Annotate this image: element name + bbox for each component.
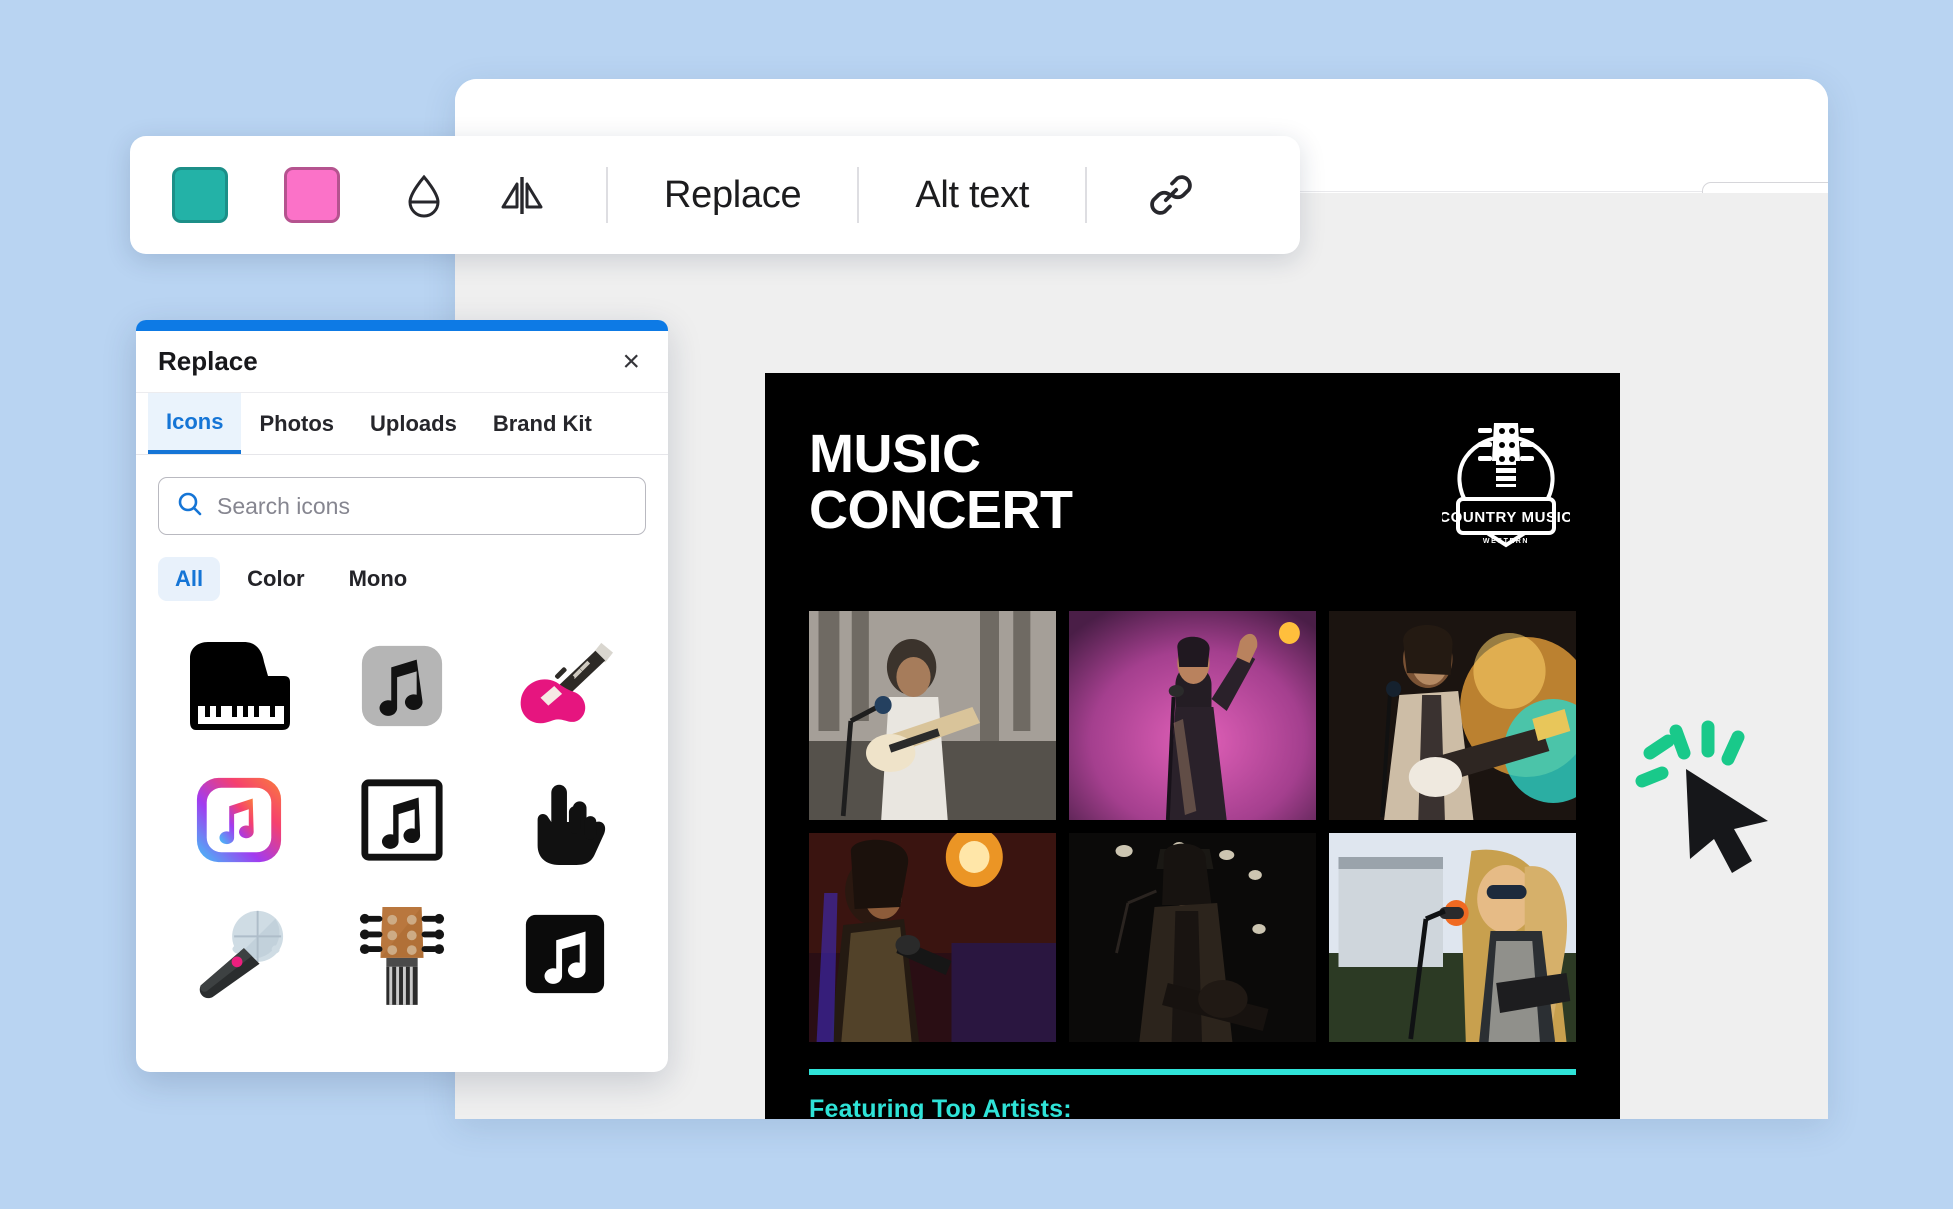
alt-text-button[interactable]: Alt text bbox=[915, 174, 1029, 217]
replace-panel: Replace × Icons Photos Uploads Brand Kit… bbox=[136, 320, 668, 1072]
close-icon[interactable]: × bbox=[616, 343, 646, 381]
rock-on-hand-icon[interactable] bbox=[494, 761, 636, 879]
poster-photo[interactable] bbox=[1329, 833, 1576, 1042]
panel-accent-bar bbox=[136, 320, 668, 331]
logo-secondary-text: WESTERN bbox=[1483, 538, 1529, 545]
search-input[interactable]: Search icons bbox=[158, 477, 646, 535]
logo-primary-text: COUNTRY MUSIC bbox=[1442, 509, 1570, 526]
tab-icons[interactable]: Icons bbox=[148, 393, 242, 454]
filter-chip-all[interactable]: All bbox=[158, 557, 221, 601]
poster-divider bbox=[809, 1069, 1576, 1075]
droplet-icon[interactable] bbox=[396, 167, 452, 223]
country-music-logo: COUNTRY MUSIC WESTERN bbox=[1439, 413, 1572, 551]
toolbar-divider bbox=[606, 167, 608, 223]
panel-title: Replace bbox=[158, 346, 258, 376]
poster-photo[interactable] bbox=[809, 833, 1056, 1042]
tab-uploads[interactable]: Uploads bbox=[352, 393, 475, 454]
filter-chip-color[interactable]: Color bbox=[230, 557, 321, 601]
link-icon[interactable] bbox=[1143, 167, 1199, 223]
tab-brand-kit[interactable]: Brand Kit bbox=[475, 393, 610, 454]
apple-music-app-icon[interactable] bbox=[168, 761, 310, 879]
search-placeholder: Search icons bbox=[217, 492, 350, 519]
tab-photos[interactable]: Photos bbox=[241, 393, 352, 454]
music-note-badge-gray-icon[interactable] bbox=[331, 627, 473, 745]
poster-photo[interactable] bbox=[809, 611, 1056, 820]
poster-photo-grid[interactable] bbox=[809, 611, 1576, 1042]
click-cursor bbox=[1628, 709, 1798, 879]
panel-tabs: Icons Photos Uploads Brand Kit bbox=[136, 393, 668, 455]
color-swatch-teal[interactable] bbox=[172, 167, 228, 223]
poster-design[interactable]: MUSIC CONCERT COUNTRY MUSIC WESTERN Feat… bbox=[765, 373, 1620, 1119]
icon-results-grid bbox=[136, 601, 668, 1013]
poster-photo[interactable] bbox=[1329, 611, 1576, 820]
panel-header: Replace × bbox=[136, 331, 668, 393]
toolbar-divider bbox=[857, 167, 860, 223]
color-swatch-pink[interactable] bbox=[284, 167, 340, 223]
poster-title: MUSIC CONCERT bbox=[809, 424, 1073, 540]
image-toolbar: Replace Alt text bbox=[130, 136, 1300, 254]
music-note-outline-square-icon[interactable] bbox=[331, 761, 473, 879]
featuring-label: Featuring Top Artists: bbox=[809, 1095, 1072, 1119]
poster-photo[interactable] bbox=[1069, 833, 1316, 1042]
music-note-black-square-icon[interactable] bbox=[494, 895, 636, 1013]
icon-filter-chips: All Color Mono bbox=[136, 535, 668, 601]
filter-chip-mono[interactable]: Mono bbox=[332, 557, 425, 601]
toolbar-divider bbox=[1085, 167, 1088, 223]
flip-horizontal-icon[interactable] bbox=[494, 167, 550, 223]
grand-piano-icon[interactable] bbox=[168, 627, 310, 745]
microphone-icon[interactable] bbox=[168, 895, 310, 1013]
replace-button[interactable]: Replace bbox=[664, 174, 802, 217]
poster-photo[interactable] bbox=[1069, 611, 1316, 820]
search-icon bbox=[177, 491, 203, 522]
electric-guitar-pink-icon[interactable] bbox=[494, 627, 636, 745]
guitar-headstock-icon[interactable] bbox=[331, 895, 473, 1013]
